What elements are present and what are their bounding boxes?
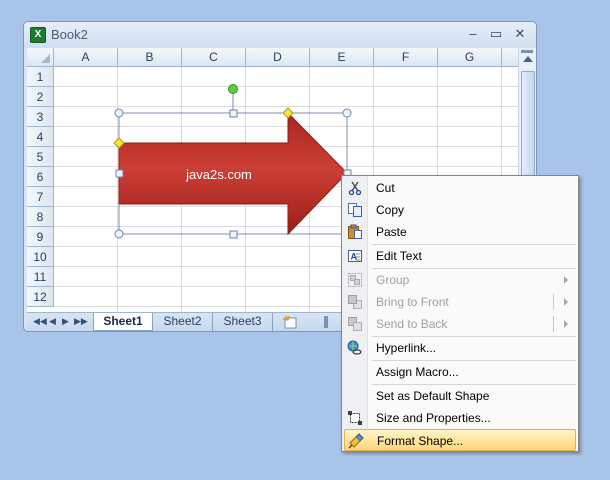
menu-item-format-shape[interactable]: Format Shape... (344, 429, 576, 451)
menu-item-label: Set as Default Shape (376, 389, 490, 403)
menu-item-label: Group (376, 273, 410, 287)
resize-handle-top-left[interactable] (114, 108, 124, 118)
resize-handle-bottom[interactable] (229, 230, 238, 239)
resize-handle-left[interactable] (115, 169, 124, 178)
menu-item-bring-to-front[interactable]: Bring to Front (344, 291, 576, 313)
menu-item-copy[interactable]: Copy (344, 199, 576, 221)
menu-item-label: Size and Properties... (376, 411, 491, 425)
menu-item-paste[interactable]: Paste (344, 221, 576, 243)
menu-item-label: Assign Macro... (376, 365, 459, 379)
menu-item-size-properties[interactable]: Size and Properties... (344, 407, 576, 429)
size-properties-icon (348, 411, 362, 425)
send-to-back-icon (348, 317, 362, 331)
resize-handle-bottom-left[interactable] (114, 229, 124, 239)
menu-item-assign-macro[interactable]: Assign Macro... (344, 361, 576, 383)
menu-item-label: Hyperlink... (376, 341, 437, 355)
submenu-divider (553, 316, 554, 332)
menu-item-hyperlink[interactable]: Hyperlink... (344, 337, 576, 359)
menu-item-label: Paste (376, 225, 407, 239)
menu-item-group[interactable]: Group (344, 269, 576, 291)
submenu-arrow-icon (564, 276, 568, 284)
menu-item-label: Format Shape... (377, 434, 464, 448)
menu-item-set-default-shape[interactable]: Set as Default Shape (344, 385, 576, 407)
bring-to-front-icon (348, 295, 362, 309)
menu-item-label: Edit Text (376, 249, 422, 263)
resize-handle-top-right[interactable] (342, 108, 352, 118)
format-shape-icon (348, 433, 364, 449)
rotation-handle[interactable] (228, 84, 238, 94)
menu-item-label: Send to Back (376, 317, 448, 331)
menu-item-edit-text[interactable]: A Edit Text (344, 245, 576, 267)
submenu-arrow-icon (564, 298, 568, 306)
copy-icon (348, 203, 362, 217)
paste-icon (348, 224, 362, 239)
group-icon (348, 273, 362, 287)
menu-item-label: Cut (376, 181, 395, 195)
submenu-arrow-icon (564, 320, 568, 328)
menu-item-label: Copy (376, 203, 405, 217)
menu-item-label: Bring to Front (376, 295, 449, 309)
context-menu: Cut Copy Paste A Edit Text Group Bring t… (341, 175, 579, 452)
shape-text: java2s.com (185, 167, 252, 182)
menu-item-cut[interactable]: Cut (344, 177, 576, 199)
menu-item-send-to-back[interactable]: Send to Back (344, 313, 576, 335)
resize-handle-top[interactable] (229, 109, 238, 118)
hyperlink-icon (347, 340, 362, 355)
submenu-divider (553, 294, 554, 310)
scissors-icon (348, 181, 362, 196)
edit-text-icon: A (348, 250, 362, 262)
